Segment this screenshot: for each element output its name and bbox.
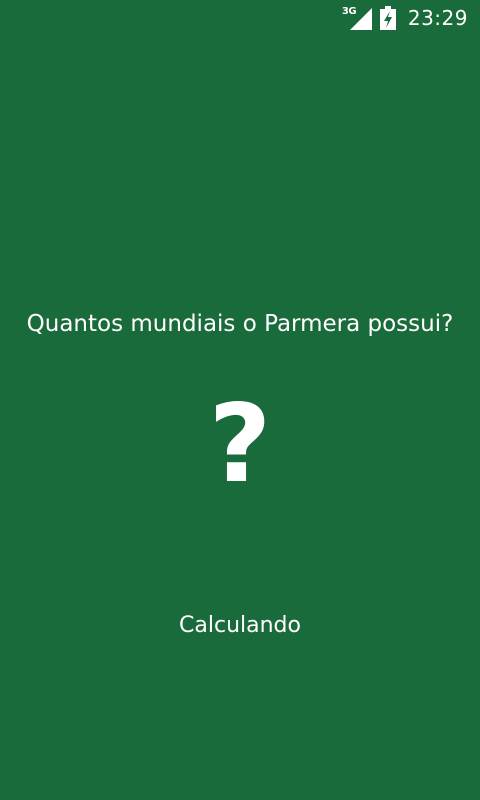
signal-icon <box>349 8 372 30</box>
status-bar: 3G 23:29 <box>0 0 480 36</box>
battery-charging-icon <box>379 6 396 30</box>
question-mark-symbol: ? <box>208 382 272 507</box>
network-indicator: 3G <box>342 4 372 32</box>
question-text: Quantos mundiais o Parmera possui? <box>26 311 454 337</box>
calculating-status: Calculando <box>179 613 301 638</box>
status-icons: 3G 23:29 <box>342 0 468 36</box>
status-clock: 23:29 <box>407 6 468 30</box>
